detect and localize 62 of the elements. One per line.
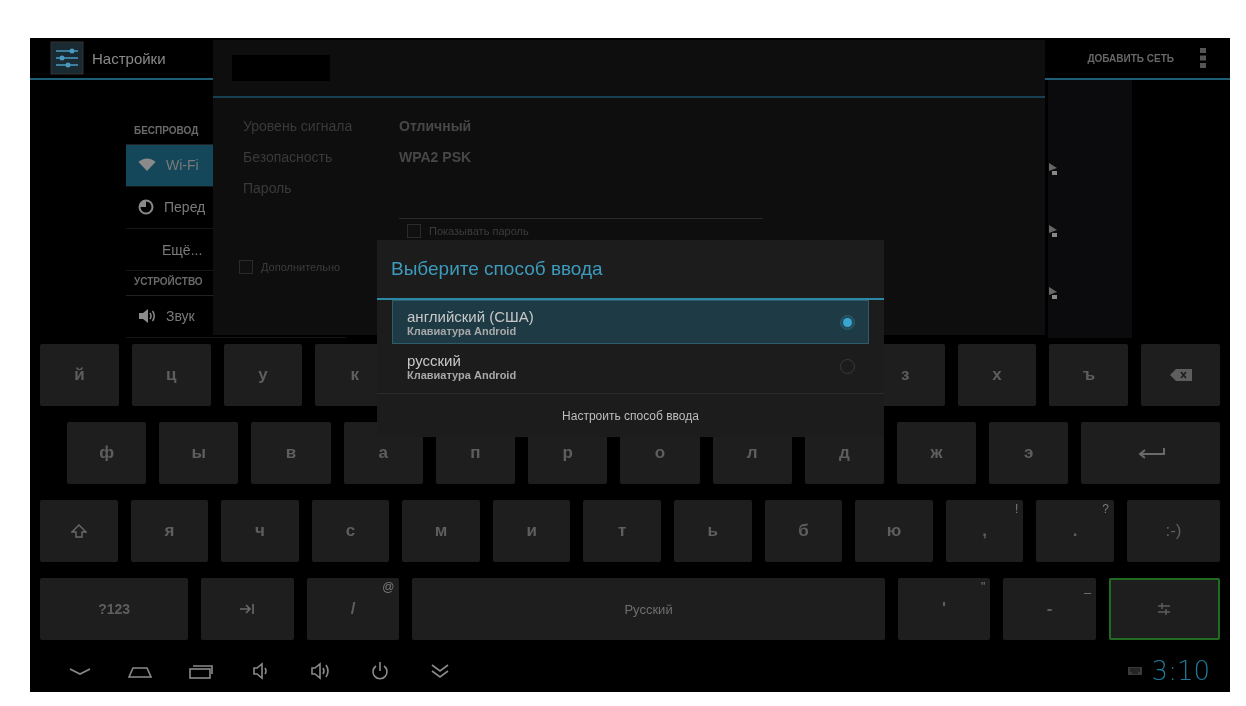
pie-chart-icon (138, 199, 154, 216)
option-name: русский (407, 351, 462, 369)
option-name: английский (США) (407, 307, 535, 325)
key-hint: ? (1102, 502, 1109, 516)
option-subtitle: Клавиатура Android (407, 368, 518, 381)
keyboard-key[interactable]: :-) (1126, 500, 1221, 562)
keyboard-key[interactable]: м (402, 500, 480, 562)
keyboard-key[interactable]: с (311, 500, 390, 562)
keyboard-key[interactable]: в (251, 422, 331, 484)
keyboard-key[interactable]: ?123 (40, 578, 189, 640)
keyboard-key[interactable]: я (130, 500, 209, 562)
keyboard-icon (1127, 667, 1142, 675)
keyboard-key[interactable]: у (223, 344, 303, 406)
field-value: Отличный (399, 117, 472, 134)
keyboard-key[interactable]: , ! (945, 500, 1024, 562)
add-network-button[interactable]: ДОБАВИТЬ СЕТЬ (1071, 40, 1190, 76)
overflow-menu-icon[interactable] (1200, 48, 1206, 68)
checkbox[interactable] (407, 224, 421, 238)
keyboard-key[interactable]: т (583, 500, 662, 562)
enter-arrow-icon (1136, 447, 1165, 459)
keyboard-key[interactable]: б (764, 500, 843, 562)
backspace-icon (1169, 369, 1192, 381)
keyboard-key[interactable]: - _ (1003, 578, 1096, 640)
input-method-option[interactable]: английский (США) Клавиатура Android (392, 300, 869, 344)
tab-arrow-icon (239, 603, 256, 615)
wifi-lock-icon (1048, 162, 1058, 176)
keyboard-key[interactable]: й (40, 344, 119, 406)
keyboard-key[interactable]: ъ (1049, 344, 1129, 406)
key-hint: " (981, 580, 986, 594)
shift-arrow-icon (70, 524, 87, 538)
keyboard-key[interactable]: х (957, 344, 1037, 406)
field-value: WPA2 PSK (399, 148, 472, 165)
keyboard-key[interactable] (1108, 578, 1220, 640)
wifi-lock-icon (1048, 286, 1058, 300)
keyboard-key[interactable]: ь (674, 500, 752, 562)
clock: 3:10 (1151, 656, 1210, 686)
sliders-icon (1157, 602, 1172, 616)
keyboard-key[interactable] (1141, 344, 1220, 406)
keyboard-key[interactable]: ы (159, 422, 239, 484)
wifi-lock-icon (1048, 224, 1058, 238)
checkbox[interactable] (239, 260, 253, 274)
speaker-icon (138, 308, 156, 325)
keyboard-key[interactable]: ч (221, 500, 299, 562)
key-hint: @ (382, 580, 395, 594)
settings-sliders-icon[interactable] (50, 41, 84, 75)
key-hint: _ (1084, 580, 1091, 594)
wifi-icon (138, 158, 156, 173)
app-title: Настройки (92, 49, 166, 67)
keyboard-key[interactable]: . ? (1036, 500, 1114, 562)
keyboard-key[interactable]: ц (131, 344, 211, 406)
radio-button[interactable] (840, 314, 855, 330)
keyboard-key[interactable]: ю (855, 500, 933, 562)
keyboard-key[interactable]: / @ (306, 578, 400, 640)
keyboard-key[interactable]: ж (896, 422, 977, 484)
configure-input-button[interactable]: Настроить способ ввода (377, 393, 884, 437)
key-hint: ! (1015, 502, 1019, 516)
keyboard-key[interactable]: ф (67, 422, 147, 484)
keyboard-key[interactable]: Русский (412, 578, 885, 640)
keyboard-key[interactable]: э (989, 422, 1069, 484)
keyboard-key[interactable]: ' " (897, 578, 991, 640)
keyboard-key[interactable]: и (492, 500, 571, 562)
option-subtitle: Клавиатура Android (407, 324, 517, 337)
